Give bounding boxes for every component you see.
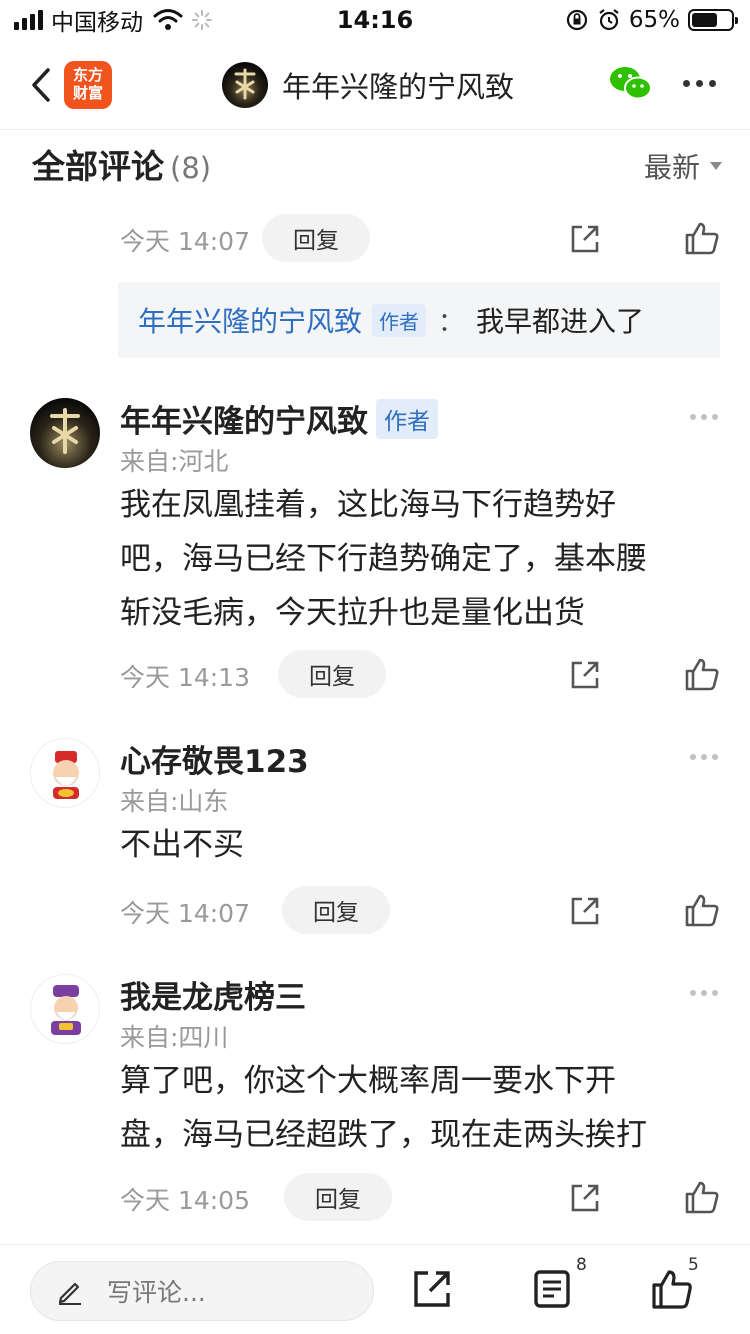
comment-time: 今天 14:07 [120, 899, 250, 928]
share-icon[interactable] [568, 1181, 602, 1215]
avatar[interactable] [30, 738, 100, 808]
nav-bar: 东方 财富 年年兴隆的宁风致 [0, 40, 750, 130]
share-icon[interactable] [410, 1267, 454, 1311]
comment-text: 算了吧，你这个大概率周一要水下开 盘，海马已经超跌了，现在走两头挨打 [120, 1063, 647, 1153]
quote-text: 我早都进入了 [476, 305, 645, 338]
likes-count-badge: 5 [688, 1255, 699, 1275]
nav-user[interactable]: 年年兴隆的宁风致 [222, 60, 514, 110]
more-icon[interactable] [690, 754, 718, 760]
comment-time: 今天 14:07 [120, 227, 250, 256]
like-icon[interactable] [684, 892, 720, 928]
comments-count: (8) [170, 151, 212, 185]
bottom-toolbar: 写评论... 8 5 [0, 1244, 750, 1334]
comment-location: 来自:河北 [120, 447, 229, 476]
calligraphy-avatar-icon [234, 68, 256, 100]
app-logo[interactable]: 东方 财富 [64, 61, 112, 109]
comment-author[interactable]: 年年兴隆的宁风致 [120, 396, 368, 441]
comment-location: 来自:山东 [120, 787, 229, 816]
cartoon-avatar-icon [51, 985, 81, 1035]
more-icon[interactable] [690, 990, 718, 996]
wechat-icon[interactable] [608, 64, 654, 104]
reply-button[interactable]: 回复 [262, 214, 370, 262]
comment-list-icon[interactable] [530, 1267, 574, 1311]
comment-actions: 今天 14:07 回复 [120, 214, 720, 262]
comment-author[interactable]: 心存敬畏123 [120, 736, 309, 781]
comment-input[interactable]: 写评论... [30, 1261, 374, 1321]
avatar [222, 62, 268, 108]
quoted-reply[interactable]: 年年兴隆的宁风致 作者 ： 我早都进入了 [118, 282, 720, 358]
more-icon[interactable] [683, 80, 716, 87]
comment-actions: 今天 14:05 回复 [120, 1173, 720, 1221]
avatar[interactable] [30, 398, 100, 468]
more-icon[interactable] [690, 414, 718, 420]
caret-down-icon [710, 162, 722, 170]
comment-time: 今天 14:13 [120, 663, 250, 692]
avatar[interactable] [30, 974, 100, 1044]
sort-dropdown[interactable]: 最新 [644, 146, 722, 186]
share-icon[interactable] [568, 222, 602, 256]
like-icon[interactable] [684, 656, 720, 692]
rotation-lock-icon [566, 9, 587, 31]
alarm-icon [599, 9, 619, 31]
share-icon[interactable] [568, 658, 602, 692]
reply-button[interactable]: 回复 [278, 650, 386, 698]
reply-button[interactable]: 回复 [284, 1173, 392, 1221]
quote-author-name[interactable]: 年年兴隆的宁风致 [138, 300, 362, 340]
section-title: 全部评论 [32, 147, 164, 186]
like-icon[interactable] [684, 220, 720, 256]
status-bar: 中国移动 14:16 65% [0, 0, 750, 40]
comment-actions: 今天 14:07 回复 [120, 886, 720, 934]
comment-text: 我在凤凰挂着，这比海马下行趋势好 吧，海马已经下行趋势确定了，基本腰 斩没毛病，… [120, 487, 647, 631]
comment-input-placeholder: 写评论... [107, 1278, 206, 1307]
battery-icon [688, 9, 738, 31]
author-tag: 作者 [376, 398, 438, 439]
comment-location: 来自:四川 [120, 1023, 229, 1052]
comment-time: 今天 14:05 [120, 1186, 250, 1215]
comments-count-badge: 8 [576, 1255, 587, 1275]
nav-title: 年年兴隆的宁风致 [282, 70, 515, 104]
comment-text: 不出不买 [120, 827, 244, 863]
reply-button[interactable]: 回复 [282, 886, 390, 934]
author-tag: 作者 [372, 303, 427, 337]
like-icon[interactable] [684, 1179, 720, 1215]
comment-actions: 今天 14:13 回复 [120, 650, 720, 698]
battery-percent: 65% [628, 7, 680, 33]
comments-header: 全部评论 (8) 最新 [32, 140, 722, 192]
calligraphy-avatar-icon [50, 408, 80, 454]
pencil-icon [58, 1282, 81, 1305]
comment-author[interactable]: 我是龙虎榜三 [120, 972, 306, 1017]
sort-label: 最新 [643, 151, 700, 184]
back-icon[interactable] [24, 62, 64, 108]
cartoon-avatar-icon [53, 751, 79, 799]
share-icon[interactable] [568, 894, 602, 928]
